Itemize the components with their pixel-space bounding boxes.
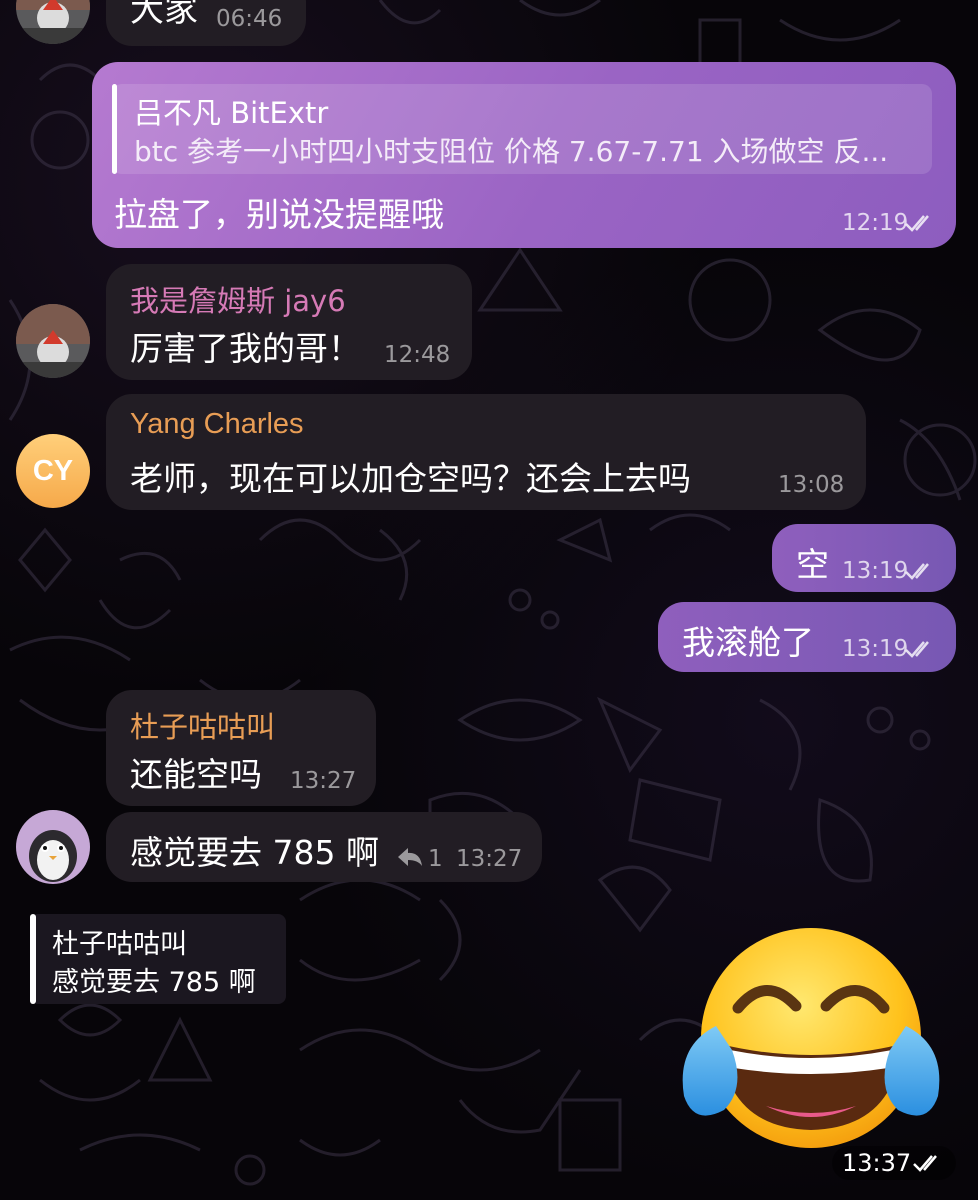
avatar-jay6[interactable] (16, 304, 90, 378)
message-bubble[interactable]: Yang Charles 老师，现在可以加仓空吗？还会上去吗 13:08 (106, 394, 866, 510)
message-time: 13:27 (290, 768, 357, 794)
message-text: 老师，现在可以加仓空吗？还会上去吗 (130, 459, 691, 498)
sender-name[interactable]: 我是詹姆斯 jay6 (130, 278, 346, 320)
message-bubble-outgoing[interactable]: 吕不凡 BitExtr btc 参考一小时四小时支阻位 价格 7.67-7.71… (92, 62, 956, 248)
message-time: 13:19 (842, 558, 909, 584)
quote-sender: 吕不凡 BitExtr (134, 96, 329, 130)
message-bubble[interactable]: 我是詹姆斯 jay6 厉害了我的哥！ 12:48 (106, 264, 472, 380)
message-text: 空 (796, 545, 829, 584)
sender-name[interactable]: 杜子咕咕叫 (130, 704, 275, 746)
message-bubble-outgoing[interactable]: 空 13:19 (772, 524, 956, 592)
sticker-time-pill: 13:37 (832, 1146, 956, 1180)
quote-text: btc 参考一小时四小时支阻位 价格 7.67-7.71 入场做空 反... (134, 135, 889, 168)
read-ticks-icon (913, 1155, 937, 1172)
message-time: 13:08 (778, 472, 845, 498)
message-time: 13:19 (842, 636, 909, 662)
message-text: 大家 (130, 0, 198, 30)
sender-name[interactable]: Yang Charles (130, 408, 304, 441)
reply-preview[interactable]: 杜子咕咕叫 感觉要去 785 啊 (30, 914, 286, 1004)
sticker-time: 13:37 (842, 1149, 912, 1177)
quoted-message[interactable]: 吕不凡 BitExtr btc 参考一小时四小时支阻位 价格 7.67-7.71… (112, 84, 932, 174)
reply-preview-bar (30, 914, 36, 1004)
message-bubble[interactable]: 感觉要去 785 啊 1 13:27 (106, 812, 542, 882)
message-bubble[interactable]: 杜子咕咕叫 还能空吗 13:27 (106, 690, 376, 806)
reply-count[interactable]: 1 (428, 846, 443, 872)
tears-of-joy-emoji-icon[interactable] (680, 926, 942, 1154)
avatar-penguin[interactable] (16, 810, 90, 884)
read-ticks-icon (905, 641, 929, 658)
message-text: 拉盘了，别说没提醒哦 (114, 195, 444, 234)
message-text: 感觉要去 785 啊 (130, 833, 379, 872)
quote-bar (112, 84, 117, 174)
message-time: 13:27 (456, 846, 523, 872)
message-time: 06:46 (216, 6, 283, 32)
reply-preview-sender: 杜子咕咕叫 (52, 929, 187, 960)
avatar-yang-charles[interactable]: CY (16, 434, 90, 508)
reply-arrow-icon[interactable] (396, 846, 424, 868)
reply-preview-text: 感觉要去 785 啊 (52, 967, 256, 998)
message-bubble-outgoing[interactable]: 我滚舱了 13:19 (658, 602, 956, 672)
read-ticks-icon (905, 215, 929, 232)
message-text: 我滚舱了 (682, 623, 814, 662)
message-time: 12:19 (842, 210, 909, 236)
message-bubble[interactable]: 大家 06:46 (106, 0, 306, 46)
read-ticks-icon (905, 563, 929, 580)
message-text: 还能空吗 (130, 755, 262, 794)
message-text: 厉害了我的哥！ (130, 329, 361, 368)
message-time: 12:48 (384, 342, 451, 368)
